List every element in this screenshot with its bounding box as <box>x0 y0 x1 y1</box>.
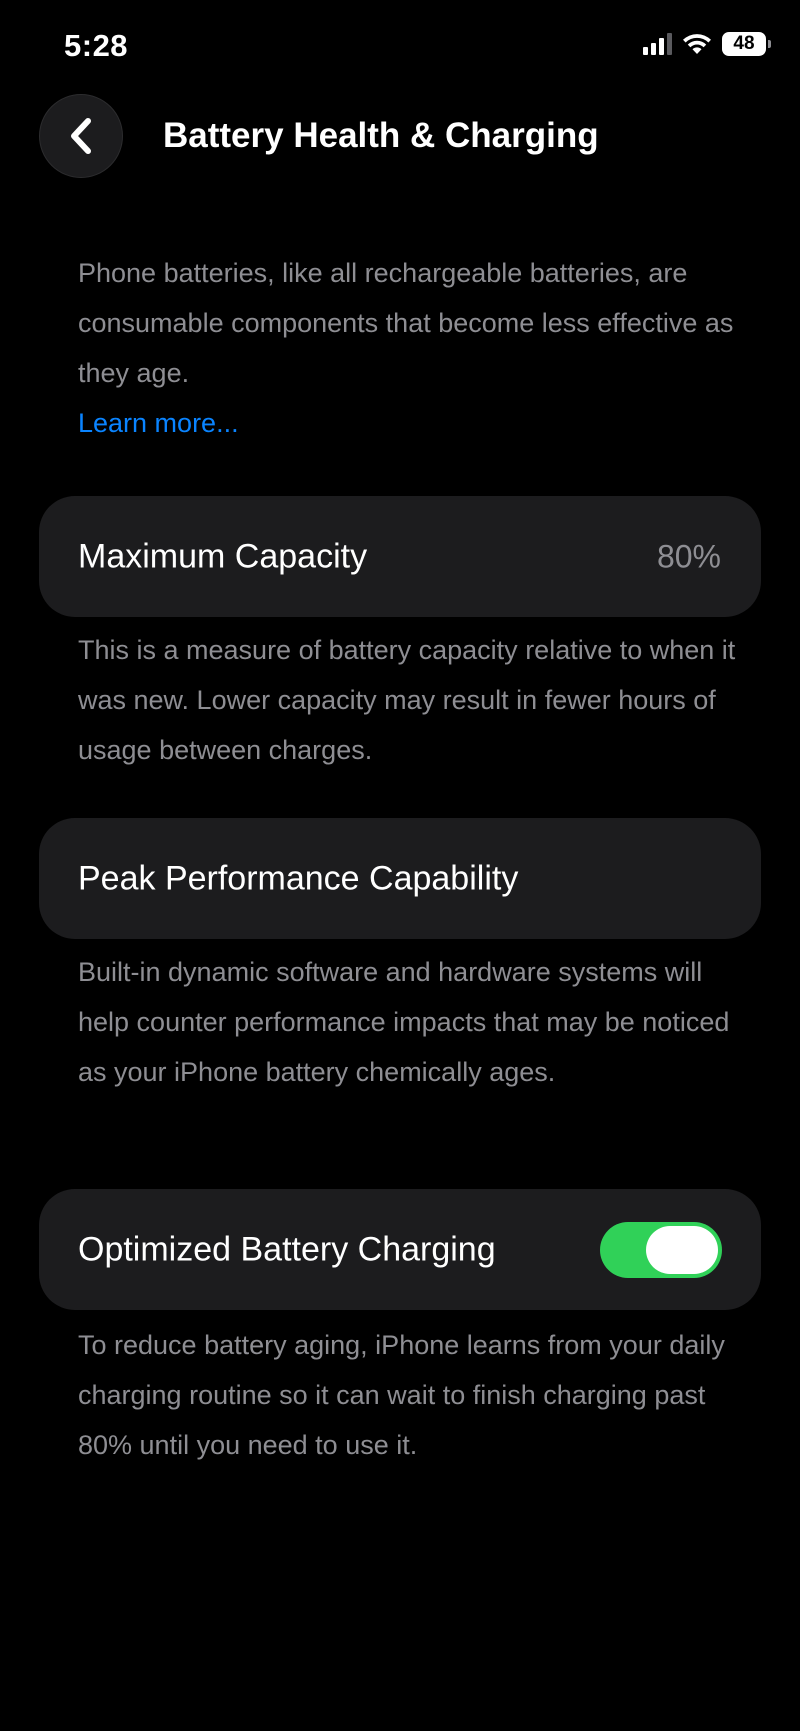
status-icons: 48 <box>643 32 771 56</box>
intro-text: Phone batteries, like all rechargeable b… <box>78 258 734 388</box>
cellular-signal-icon <box>643 33 672 55</box>
chevron-left-icon <box>71 118 91 154</box>
intro-description: Phone batteries, like all rechargeable b… <box>78 248 738 448</box>
maximum-capacity-value: 80% <box>656 538 721 574</box>
page-title: Battery Health & Charging <box>163 116 599 155</box>
status-time: 5:28 <box>64 28 129 63</box>
maximum-capacity-description: This is a measure of battery capacity re… <box>78 635 736 765</box>
optimized-charging-row: Optimized Battery Charging <box>39 1189 761 1310</box>
peak-performance-row[interactable]: Peak Performance Capability <box>39 818 761 939</box>
status-bar: 5:28 48 <box>0 0 800 100</box>
optimized-charging-toggle[interactable] <box>600 1221 722 1278</box>
optimized-charging-description: To reduce battery aging, iPhone learns f… <box>78 1330 725 1460</box>
wifi-icon <box>682 33 712 55</box>
battery-icon: 48 <box>722 32 771 56</box>
battery-level-text: 48 <box>733 33 755 54</box>
peak-performance-description: Built-in dynamic software and hardware s… <box>78 957 730 1087</box>
maximum-capacity-label: Maximum Capacity <box>78 537 368 575</box>
learn-more-link[interactable]: Learn more... <box>78 408 239 438</box>
maximum-capacity-row: Maximum Capacity 80% <box>39 496 761 617</box>
back-button[interactable] <box>39 94 123 178</box>
toggle-knob <box>646 1225 718 1274</box>
peak-performance-label: Peak Performance Capability <box>78 859 519 897</box>
optimized-charging-label: Optimized Battery Charging <box>78 1230 496 1268</box>
